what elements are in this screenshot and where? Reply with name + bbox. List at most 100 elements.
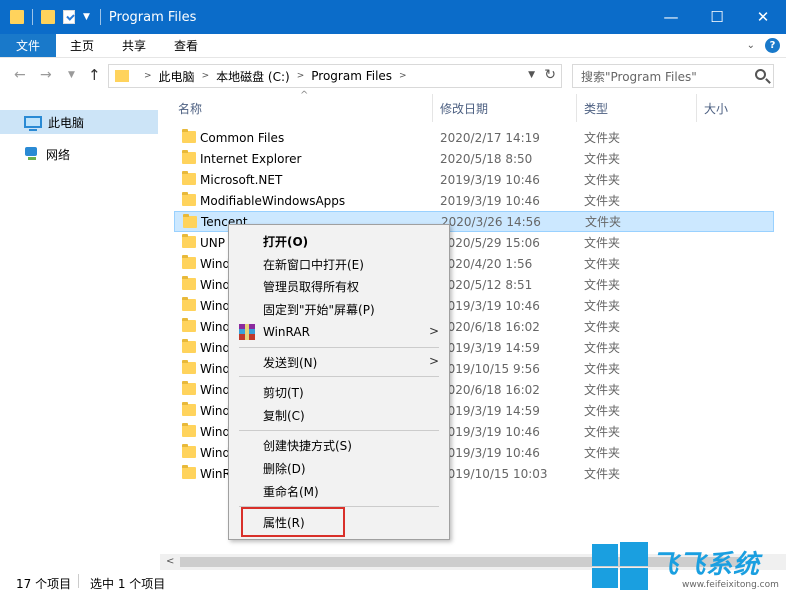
back-arrow-icon[interactable]: ← xyxy=(14,67,26,83)
file-date: 2019/3/19 14:59 xyxy=(440,340,540,355)
file-name: Wind xyxy=(200,403,231,418)
tab-file[interactable]: 文件 xyxy=(0,34,57,57)
search-input[interactable]: 搜索"Program Files" xyxy=(572,64,774,88)
file-type: 文件夹 xyxy=(584,236,621,250)
maximize-icon: ☐ xyxy=(710,8,724,26)
address-row: ← → ▼ ↑ > 此电脑 > 本地磁盘 (C:) > Program File… xyxy=(0,58,786,94)
file-name: Wind xyxy=(200,319,231,334)
folder-icon xyxy=(182,465,196,479)
address-dropdown-chevron-icon[interactable]: ▼ xyxy=(528,70,535,80)
recent-locations-chevron-icon[interactable]: ▼ xyxy=(68,70,75,80)
help-icon[interactable]: ? xyxy=(765,38,780,53)
breadcrumb-local-disk[interactable]: 本地磁盘 (C:) xyxy=(216,68,290,85)
quick-access-toolbar: ▼ Program Files xyxy=(0,0,196,34)
expand-ribbon-chevron-icon[interactable]: ⌄ xyxy=(747,40,755,51)
column-divider[interactable] xyxy=(576,94,577,122)
submenu-chevron-icon: > xyxy=(428,354,439,368)
file-date: 2019/10/15 9:56 xyxy=(440,361,540,376)
menu-item-take-ownership[interactable]: 管理员取得所有权 xyxy=(229,275,449,297)
sort-ascending-icon: ^ xyxy=(300,90,309,101)
search-icon[interactable] xyxy=(755,69,766,80)
menu-item-label: 发送到(N) xyxy=(263,355,318,370)
file-name: Wind xyxy=(200,256,231,271)
forward-arrow-icon[interactable]: → xyxy=(40,67,52,83)
navigation-pane: 此电脑 网络 xyxy=(0,94,160,570)
minimize-button[interactable]: — xyxy=(648,0,694,34)
file-type: 文件夹 xyxy=(584,383,621,397)
file-date: 2019/3/19 10:46 xyxy=(440,172,540,187)
column-divider[interactable] xyxy=(696,94,697,122)
file-row[interactable]: Microsoft.NET 2019/3/19 10:46 文件夹 xyxy=(174,169,774,190)
menu-item-copy[interactable]: 复制(C) xyxy=(229,404,449,426)
menu-item-delete[interactable]: 删除(D) xyxy=(229,457,449,479)
file-date: 2020/5/12 8:51 xyxy=(440,277,533,292)
scroll-left-arrow-icon[interactable]: < xyxy=(166,556,174,567)
maximize-button[interactable]: ☐ xyxy=(694,0,740,34)
folder-icon xyxy=(182,297,196,311)
folder-icon xyxy=(10,10,24,24)
properties-check-icon[interactable] xyxy=(63,10,75,24)
file-row[interactable]: Common Files 2020/2/17 14:19 文件夹 xyxy=(174,127,774,148)
file-date: 2020/4/20 1:56 xyxy=(440,256,533,271)
breadcrumb-program-files[interactable]: Program Files xyxy=(311,69,392,83)
folder-icon xyxy=(115,70,129,82)
file-date: 2019/3/19 10:46 xyxy=(440,193,540,208)
menu-item-send-to[interactable]: 发送到(N) > xyxy=(229,351,449,373)
breadcrumb-chevron-icon[interactable]: > xyxy=(202,71,210,81)
file-date: 2019/3/19 14:59 xyxy=(440,403,540,418)
folder-icon xyxy=(182,234,196,248)
file-date: 2019/3/19 10:46 xyxy=(440,298,540,313)
folder-icon xyxy=(182,318,196,332)
file-name: UNP xyxy=(200,235,225,250)
windows-logo-icon xyxy=(592,542,648,590)
menu-item-open-new-window[interactable]: 在新窗口中打开(E) xyxy=(229,253,449,275)
sidebar-item-this-pc[interactable]: 此电脑 xyxy=(0,110,158,134)
folder-icon xyxy=(182,192,196,206)
file-name: Internet Explorer xyxy=(200,151,302,166)
column-divider[interactable] xyxy=(432,94,433,122)
file-date: 2019/10/15 10:03 xyxy=(440,466,548,481)
customize-toolbar-chevron-icon[interactable]: ▼ xyxy=(83,12,90,22)
menu-item-cut[interactable]: 剪切(T) xyxy=(229,381,449,403)
refresh-icon[interactable]: ↻ xyxy=(544,67,556,83)
breadcrumb-this-pc[interactable]: 此电脑 xyxy=(159,68,195,85)
search-placeholder: 搜索"Program Files" xyxy=(581,69,697,84)
sidebar-item-network[interactable]: 网络 xyxy=(0,142,158,166)
breadcrumb-chevron-icon[interactable]: > xyxy=(297,71,305,81)
file-type: 文件夹 xyxy=(585,215,622,229)
menu-item-open[interactable]: 打开(O) xyxy=(229,230,449,252)
column-header-name[interactable]: 名称 xyxy=(178,94,202,122)
close-icon: ✕ xyxy=(756,8,770,26)
file-name: Wind xyxy=(200,277,231,292)
new-folder-icon[interactable] xyxy=(41,10,55,24)
menu-item-winrar[interactable]: WinRAR > xyxy=(229,321,449,343)
computer-icon xyxy=(24,116,42,131)
breadcrumb-chevron-icon[interactable]: > xyxy=(144,71,152,81)
file-row[interactable]: Internet Explorer 2020/5/18 8:50 文件夹 xyxy=(174,148,774,169)
menu-divider xyxy=(239,347,439,348)
column-header-type[interactable]: 类型 xyxy=(584,94,608,122)
close-button[interactable]: ✕ xyxy=(740,0,786,34)
watermark-url: www.feifeixitong.com xyxy=(682,580,779,590)
file-type: 文件夹 xyxy=(584,173,621,187)
menu-item-create-shortcut[interactable]: 创建快捷方式(S) xyxy=(229,434,449,456)
folder-icon xyxy=(182,150,196,164)
file-row[interactable]: ModifiableWindowsApps 2019/3/19 10:46 文件… xyxy=(174,190,774,211)
file-name: WinR xyxy=(200,466,231,481)
tab-home[interactable]: 主页 xyxy=(56,34,108,57)
menu-item-label: WinRAR xyxy=(263,325,310,339)
address-bar[interactable]: > 此电脑 > 本地磁盘 (C:) > Program Files > ▼ ↻ xyxy=(108,64,562,88)
file-date: 2019/3/19 10:46 xyxy=(440,424,540,439)
breadcrumb-chevron-icon[interactable]: > xyxy=(399,71,407,81)
folder-icon xyxy=(182,381,196,395)
column-header-size[interactable]: 大小 xyxy=(704,94,728,122)
menu-item-pin-start[interactable]: 固定到"开始"屏幕(P) xyxy=(229,298,449,320)
tab-view[interactable]: 查看 xyxy=(160,34,212,57)
up-arrow-icon[interactable]: ↑ xyxy=(88,66,101,84)
folder-icon xyxy=(182,444,196,458)
tab-share[interactable]: 共享 xyxy=(108,34,160,57)
column-header-date[interactable]: 修改日期 xyxy=(440,94,488,122)
file-type: 文件夹 xyxy=(584,257,621,271)
folder-icon xyxy=(182,360,196,374)
menu-item-rename[interactable]: 重命名(M) xyxy=(229,480,449,502)
